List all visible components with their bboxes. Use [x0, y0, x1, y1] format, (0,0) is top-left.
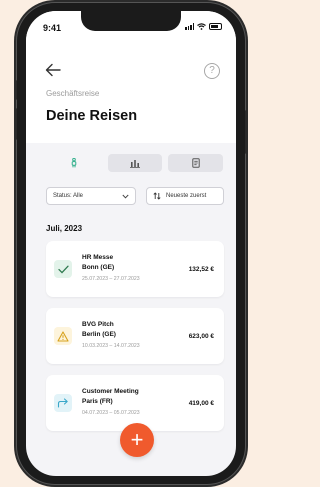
filter-bar: Status: Alle Neueste zuerst	[46, 187, 224, 205]
status-time: 9:41	[43, 23, 62, 33]
walking-person-icon	[72, 158, 77, 168]
sort-arrows-icon	[153, 192, 161, 200]
chevron-down-icon	[122, 194, 129, 199]
trip-status-badge	[54, 327, 72, 345]
help-button[interactable]: ?	[204, 63, 220, 79]
page-title: Deine Reisen	[46, 108, 138, 124]
tab-documents[interactable]	[168, 154, 224, 172]
tab-trips[interactable]	[47, 154, 102, 172]
share-arrow-icon	[57, 398, 68, 408]
signal-icon	[185, 23, 194, 30]
back-button[interactable]	[45, 62, 61, 80]
trip-card[interactable]: BVG Pitch Berlin (GE) 10.03.2023 – 14.07…	[46, 308, 224, 364]
status-filter-dropdown[interactable]: Status: Alle	[46, 187, 136, 205]
trip-amount: 623,00 €	[188, 333, 214, 340]
trip-status-badge	[54, 394, 72, 412]
add-trip-button[interactable]: +	[120, 423, 154, 457]
trip-city: Berlin (GE)	[82, 331, 116, 338]
month-heading: Juli, 2023	[46, 224, 83, 233]
wifi-icon	[197, 23, 206, 30]
bar-chart-icon	[130, 159, 140, 168]
trip-dates: 25.07.2023 – 27.07.2023	[82, 276, 140, 282]
tab-statistics[interactable]	[107, 154, 163, 172]
document-icon	[191, 158, 200, 168]
warning-icon	[57, 330, 69, 342]
trip-status-badge	[54, 260, 72, 278]
sort-button[interactable]: Neueste zuerst	[146, 187, 224, 205]
trip-dates: 04.07.2023 – 05.07.2023	[82, 410, 140, 416]
phone-side-button	[14, 80, 17, 100]
trip-city: Bonn (GE)	[82, 264, 115, 271]
app-screen: 9:41 ? Geschäftsreise Deine Reisen Statu…	[26, 11, 236, 476]
battery-icon	[209, 23, 222, 30]
tab-bar	[47, 154, 224, 172]
notch	[81, 11, 181, 31]
trip-dates: 10.03.2023 – 14.07.2023	[82, 343, 140, 349]
plus-icon: +	[130, 427, 144, 452]
trip-card[interactable]: HR Messe Bonn (GE) 25.07.2023 – 27.07.20…	[46, 241, 224, 297]
checkmark-icon	[57, 265, 69, 274]
phone-side-button	[245, 110, 248, 154]
arrow-left-icon	[45, 63, 61, 77]
page-eyebrow: Geschäftsreise	[46, 89, 100, 98]
trip-title: HR Messe	[82, 254, 114, 261]
phone-side-button	[14, 108, 17, 140]
trip-amount: 419,00 €	[188, 400, 214, 407]
trip-city: Paris (FR)	[82, 398, 113, 405]
trip-title: Customer Meeting	[82, 388, 139, 395]
trip-title: BVG Pitch	[82, 321, 114, 328]
question-circle-icon: ?	[209, 65, 215, 76]
sort-label: Neueste zuerst	[166, 193, 207, 199]
status-icons	[185, 23, 222, 30]
trip-amount: 132,52 €	[188, 266, 214, 273]
status-filter-label: Status: Alle	[53, 193, 84, 199]
